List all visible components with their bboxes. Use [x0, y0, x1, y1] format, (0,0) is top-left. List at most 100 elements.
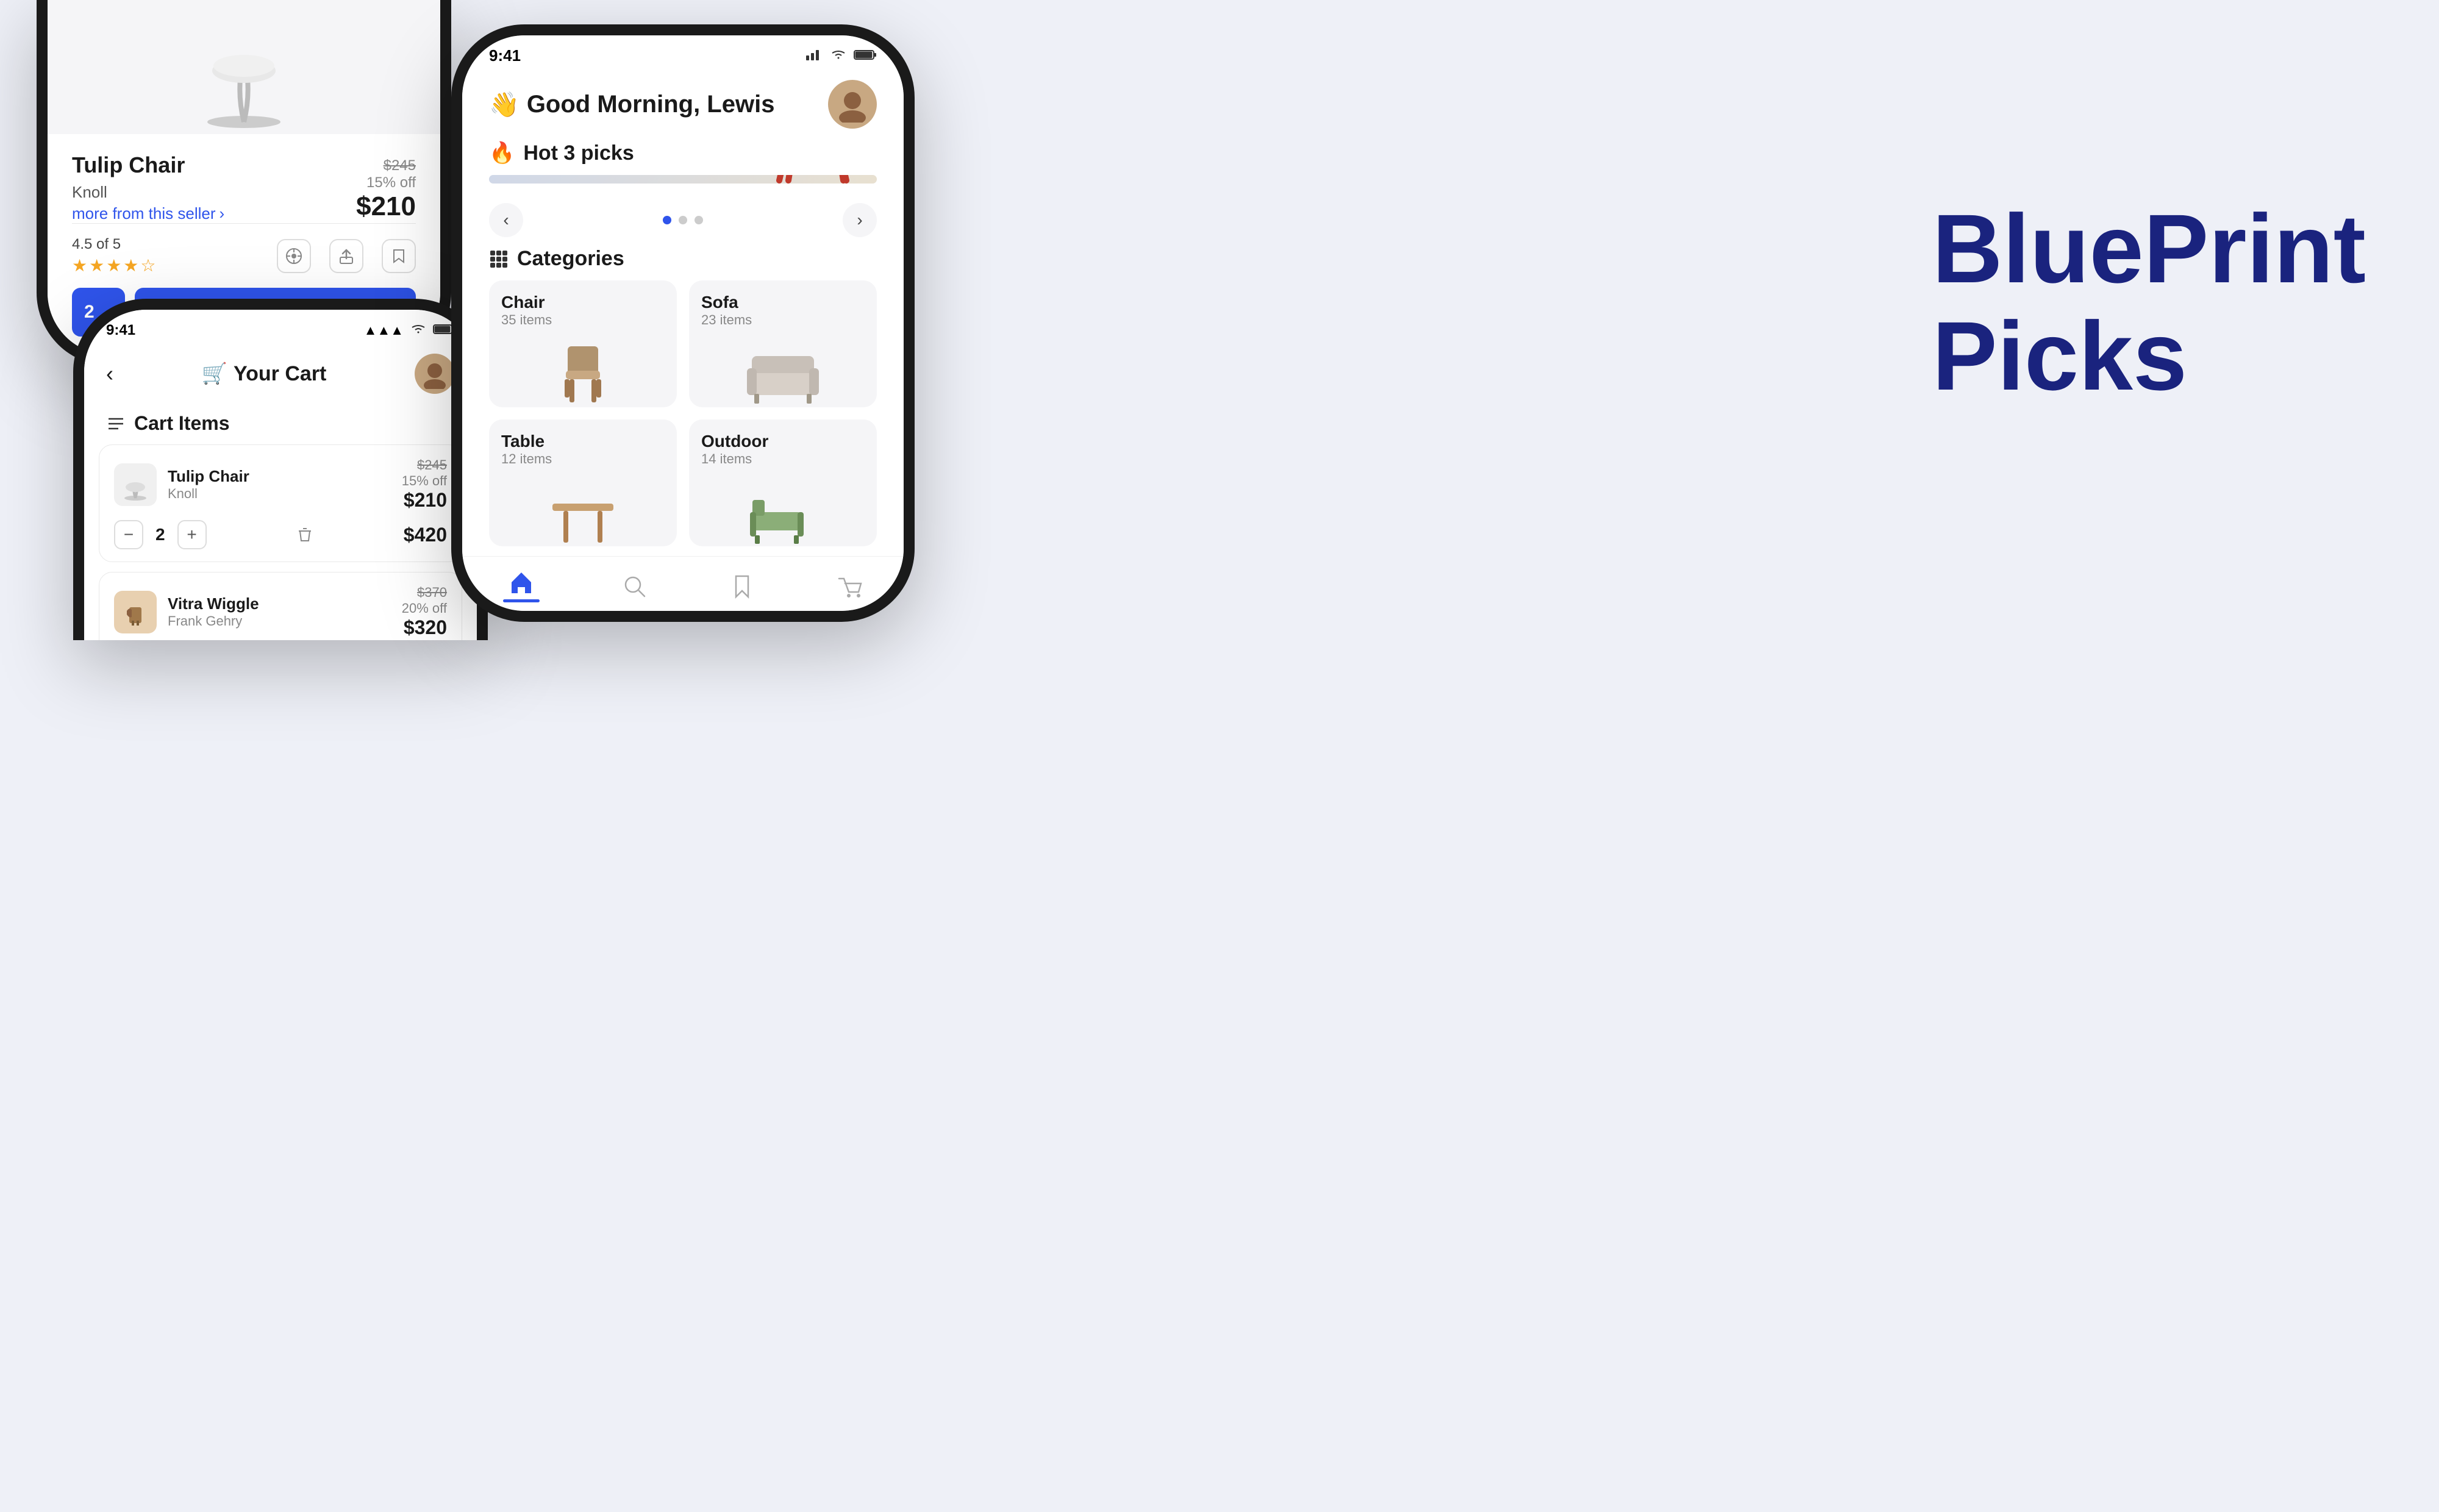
grid-icon [489, 249, 509, 269]
action-icons [277, 239, 416, 273]
brand-line1: BluePrint [1932, 195, 2366, 302]
category-chair[interactable]: Chair 35 items [489, 280, 677, 407]
price-discount: 15% off [356, 174, 416, 191]
status-icons: ▲▲▲ [364, 323, 455, 338]
category-count: 14 items [701, 451, 865, 467]
product-image [195, 6, 293, 128]
signal-icon: ▲▲▲ [364, 323, 404, 338]
carousel-slide: Zenith Curve by Isla Monroe [489, 175, 877, 184]
nav-indicator [503, 599, 540, 602]
nav-cart[interactable] [822, 572, 878, 599]
item-info: Tulip Chair Knoll [168, 467, 391, 502]
wifi-icon [410, 323, 427, 338]
product-brand: Knoll [72, 183, 224, 202]
dot-1[interactable] [663, 216, 671, 224]
category-name: Sofa [701, 293, 865, 312]
category-outdoor[interactable]: Outdoor 14 items [689, 419, 877, 546]
item-prices: $245 15% off $210 [402, 457, 447, 512]
brand-name: BluePrint Picks [1932, 195, 2366, 410]
dot-3[interactable] [695, 216, 703, 224]
product-title: Tulip Chair [72, 152, 224, 178]
item-discount: 15% off [402, 473, 447, 489]
cart-item: Tulip Chair Knoll $245 15% off $210 − 2 … [99, 444, 462, 562]
price-original: $245 [356, 157, 416, 174]
category-table[interactable]: Table 12 items [489, 419, 677, 546]
item-name: Tulip Chair [168, 467, 391, 486]
status-bar: 9:41 [462, 35, 904, 71]
category-name: Outdoor [701, 432, 865, 451]
category-count: 12 items [501, 451, 665, 467]
category-count: 35 items [501, 312, 665, 328]
greeting: 👋 Good Morning, Lewis [489, 90, 774, 119]
wifi-icon [829, 47, 848, 65]
cart-emoji: 🛒 [202, 362, 227, 386]
stars: ★★★★☆ [72, 255, 158, 276]
wave-emoji: 👋 [489, 90, 520, 119]
category-name: Chair [501, 293, 665, 312]
status-bar: 9:41 ▲▲▲ [84, 310, 477, 345]
carousel-controls: ‹ › [462, 196, 904, 247]
item-brand: Knoll [168, 486, 391, 502]
item-discount: 20% off [402, 601, 447, 616]
share-btn[interactable] [329, 239, 363, 273]
bookmark-btn[interactable] [382, 239, 416, 273]
item-orig-price: $245 [402, 457, 447, 473]
ar-view-btn[interactable] [277, 239, 311, 273]
nav-search[interactable] [606, 572, 662, 599]
delete-button[interactable] [290, 520, 320, 549]
item-name: Vitra Wiggle [168, 594, 391, 613]
categories-grid: Chair 35 items Sofa 23 [462, 280, 904, 546]
categories-title: Categories [462, 247, 904, 280]
status-icons [805, 47, 877, 65]
price-final: $210 [356, 191, 416, 222]
hot-picks-title: 🔥 Hot 3 picks [462, 141, 904, 175]
carousel-prev[interactable]: ‹ [489, 203, 523, 237]
dot-2[interactable] [679, 216, 687, 224]
user-avatar[interactable] [828, 80, 877, 129]
category-image [501, 473, 665, 546]
phone-home: 9:41 [451, 24, 915, 622]
item-final-price: $320 [402, 616, 447, 639]
qty-decrease[interactable]: − [114, 520, 143, 549]
phone-cart: 9:41 ▲▲▲ ‹ 🛒 Your Cart [73, 299, 488, 640]
item-brand: Frank Gehry [168, 613, 391, 629]
item-final-price: $210 [402, 489, 447, 512]
avatar [415, 354, 455, 394]
battery-icon [854, 48, 877, 65]
item-info: Vitra Wiggle Frank Gehry [168, 594, 391, 629]
home-header: 👋 Good Morning, Lewis [462, 71, 904, 141]
category-count: 23 items [701, 312, 865, 328]
item-orig-price: $370 [402, 585, 447, 601]
hot-picks-carousel[interactable]: Zenith Curve by Isla Monroe [489, 175, 877, 184]
category-sofa[interactable]: Sofa 23 items [689, 280, 877, 407]
time: 9:41 [106, 322, 135, 339]
back-button[interactable]: ‹ [106, 361, 113, 387]
item-prices: $370 20% off $320 [402, 585, 447, 639]
item-total: $420 [404, 524, 447, 546]
more-seller-link[interactable]: more from this seller › [72, 204, 224, 223]
cart-items-list: Tulip Chair Knoll $245 15% off $210 − 2 … [84, 444, 477, 640]
cart-section-label: Cart Items [84, 406, 477, 444]
rating-row: 4.5 of 5 ★★★★☆ [72, 236, 416, 276]
signal-icon [805, 47, 823, 65]
category-image [501, 334, 665, 407]
carousel-chair-image [682, 175, 877, 184]
carousel-next[interactable]: › [843, 203, 877, 237]
product-image-area [48, 0, 440, 134]
cart-header: ‹ 🛒 Your Cart [84, 345, 477, 406]
greeting-text: Good Morning, Lewis [527, 91, 775, 118]
time: 9:41 [489, 46, 521, 65]
nav-bookmark[interactable] [714, 572, 770, 599]
category-image [701, 334, 865, 407]
cart-title: 🛒 Your Cart [202, 362, 327, 386]
home-bottom-nav [462, 556, 904, 611]
qty-control: − 2 + [114, 520, 207, 549]
qty-increase[interactable]: + [177, 520, 207, 549]
nav-home[interactable] [488, 569, 554, 602]
cart-item: Vitra Wiggle Frank Gehry $370 20% off $3… [99, 572, 462, 640]
brand-line2: Picks [1932, 302, 2366, 410]
category-image [701, 473, 865, 546]
item-thumbnail [114, 463, 157, 506]
item-thumbnail [114, 591, 157, 633]
qty-number: 2 [155, 525, 165, 544]
